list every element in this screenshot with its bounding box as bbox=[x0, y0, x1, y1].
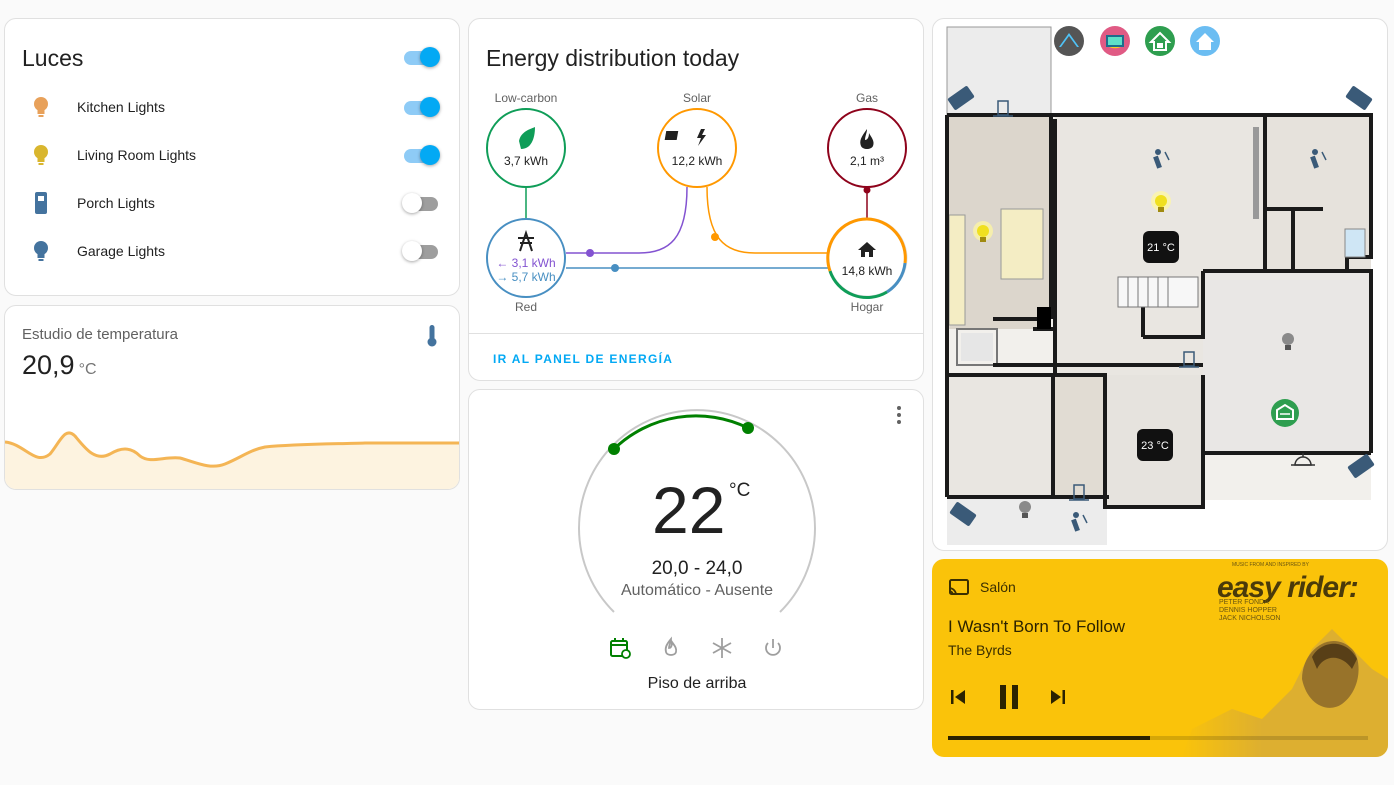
low-carbon-value: 3,7 kWh bbox=[504, 154, 548, 168]
album-header: MUSIC FROM AND INSPIRED BY bbox=[1232, 562, 1309, 568]
solar-label: Solar bbox=[683, 91, 711, 105]
low-setpoint-handle[interactable] bbox=[608, 443, 620, 455]
porch-lights-toggle[interactable] bbox=[402, 193, 440, 213]
gas-value: 2,1 m³ bbox=[850, 154, 884, 168]
home-value: 14,8 kWh bbox=[842, 264, 893, 278]
thermostat-name: Piso de arriba bbox=[647, 675, 747, 692]
light-name: Living Room Lights bbox=[77, 147, 197, 163]
lights-card: Luces Kitchen Lights Living Room Lights … bbox=[4, 18, 460, 296]
temperature-unit: °C bbox=[78, 361, 97, 378]
bulb-icon bbox=[34, 97, 48, 117]
gas-label: Gas bbox=[856, 91, 878, 105]
media-source: Salón bbox=[980, 579, 1016, 595]
media-artist: The Byrds bbox=[948, 642, 1012, 658]
light-row-kitchen[interactable]: Kitchen Lights bbox=[5, 87, 459, 127]
progress-fill bbox=[948, 736, 1150, 740]
lamp-icon bbox=[35, 192, 47, 214]
previous-track-icon[interactable] bbox=[948, 687, 968, 707]
camera-icon[interactable] bbox=[1345, 85, 1373, 110]
pause-icon[interactable] bbox=[996, 683, 1022, 711]
media-title: I Wasn't Born To Follow bbox=[948, 617, 1126, 636]
garage-lights-toggle[interactable] bbox=[402, 241, 440, 261]
lights-title: Luces bbox=[22, 45, 84, 71]
home-label: Hogar bbox=[851, 300, 884, 314]
target-range: 20,0 - 24,0 bbox=[651, 558, 743, 579]
away-mode-icon[interactable] bbox=[1054, 26, 1084, 56]
light-name: Porch Lights bbox=[77, 195, 155, 211]
calendar-sync-icon[interactable] bbox=[608, 636, 632, 660]
grid-out-value: → 5,7 kWh bbox=[496, 270, 555, 284]
thermometer-icon bbox=[427, 325, 437, 347]
floorplan: 21 °C 23 °C bbox=[945, 26, 1375, 545]
power-icon[interactable] bbox=[761, 636, 785, 660]
living-thermostat[interactable]: 21 °C bbox=[1143, 231, 1179, 263]
media-player-card: MUSIC FROM AND INSPIRED BY easy rider: P… bbox=[932, 559, 1388, 757]
light-name: Garage Lights bbox=[77, 243, 165, 259]
tv-mode-icon[interactable] bbox=[1100, 26, 1130, 56]
garage-door-icon[interactable] bbox=[1271, 399, 1299, 427]
home-security-icon[interactable] bbox=[1145, 26, 1175, 56]
energy-flow-diagram: Low-carbon 3,7 kWh Solar 12,2 kWh Gas 2,… bbox=[486, 91, 908, 314]
grid-in-value: ← 3,1 kWh bbox=[496, 256, 555, 270]
solar-value: 12,2 kWh bbox=[672, 154, 723, 168]
home-mode-icon[interactable] bbox=[1190, 26, 1220, 56]
energy-dashboard-link[interactable]: IR AL PANEL DE ENERGÍA bbox=[493, 352, 673, 366]
bulb-icon bbox=[34, 241, 48, 261]
thermostat-dial bbox=[578, 409, 816, 613]
flame-icon[interactable] bbox=[659, 636, 683, 660]
energy-footer: IR AL PANEL DE ENERGÍA bbox=[469, 333, 923, 380]
temperature-graph bbox=[5, 431, 459, 489]
living-room-lights-toggle[interactable] bbox=[402, 145, 440, 165]
progress-track[interactable] bbox=[948, 736, 1368, 740]
temperature-card[interactable]: Estudio de temperatura 20,9 °C bbox=[4, 305, 460, 490]
lights-master-toggle[interactable] bbox=[402, 47, 440, 67]
grid-label: Red bbox=[515, 300, 537, 314]
bulb-icon bbox=[34, 145, 48, 165]
hvac-mode: Automático - Ausente bbox=[620, 582, 774, 599]
light-row-porch[interactable]: Porch Lights bbox=[5, 183, 459, 223]
current-temperature: 22 bbox=[652, 473, 726, 547]
light-row-living-room[interactable]: Living Room Lights bbox=[5, 135, 459, 175]
temperature-value: 20,9 °C bbox=[22, 350, 97, 380]
light-name: Kitchen Lights bbox=[77, 99, 165, 115]
kitchen-lights-toggle[interactable] bbox=[402, 97, 440, 117]
thermostat-card: 22 °C 20,0 - 24,0 Automático - Ausente P… bbox=[468, 389, 924, 710]
energy-distribution-card: Energy distribution today Low-carbon 3,7… bbox=[468, 18, 924, 381]
snowflake-icon[interactable] bbox=[710, 636, 734, 660]
more-options-icon[interactable] bbox=[895, 404, 903, 426]
temperature-title: Estudio de temperatura bbox=[22, 326, 178, 343]
solar-node[interactable] bbox=[657, 108, 737, 188]
next-track-icon[interactable] bbox=[1048, 687, 1068, 707]
cast-icon[interactable] bbox=[948, 579, 970, 597]
floorplan-card: 21 °C 23 °C bbox=[932, 18, 1388, 551]
temperature-unit: °C bbox=[729, 480, 751, 501]
svg-text:21 °C: 21 °C bbox=[1147, 242, 1175, 254]
light-row-garage[interactable]: Garage Lights bbox=[5, 231, 459, 271]
bedroom-thermostat[interactable]: 23 °C bbox=[1137, 429, 1173, 461]
svg-text:23 °C: 23 °C bbox=[1141, 440, 1169, 452]
high-setpoint-handle[interactable] bbox=[742, 422, 754, 434]
low-carbon-label: Low-carbon bbox=[495, 91, 558, 105]
album-names: PETER FONDA DENNIS HOPPER JACK NICHOLSON bbox=[1219, 599, 1281, 622]
